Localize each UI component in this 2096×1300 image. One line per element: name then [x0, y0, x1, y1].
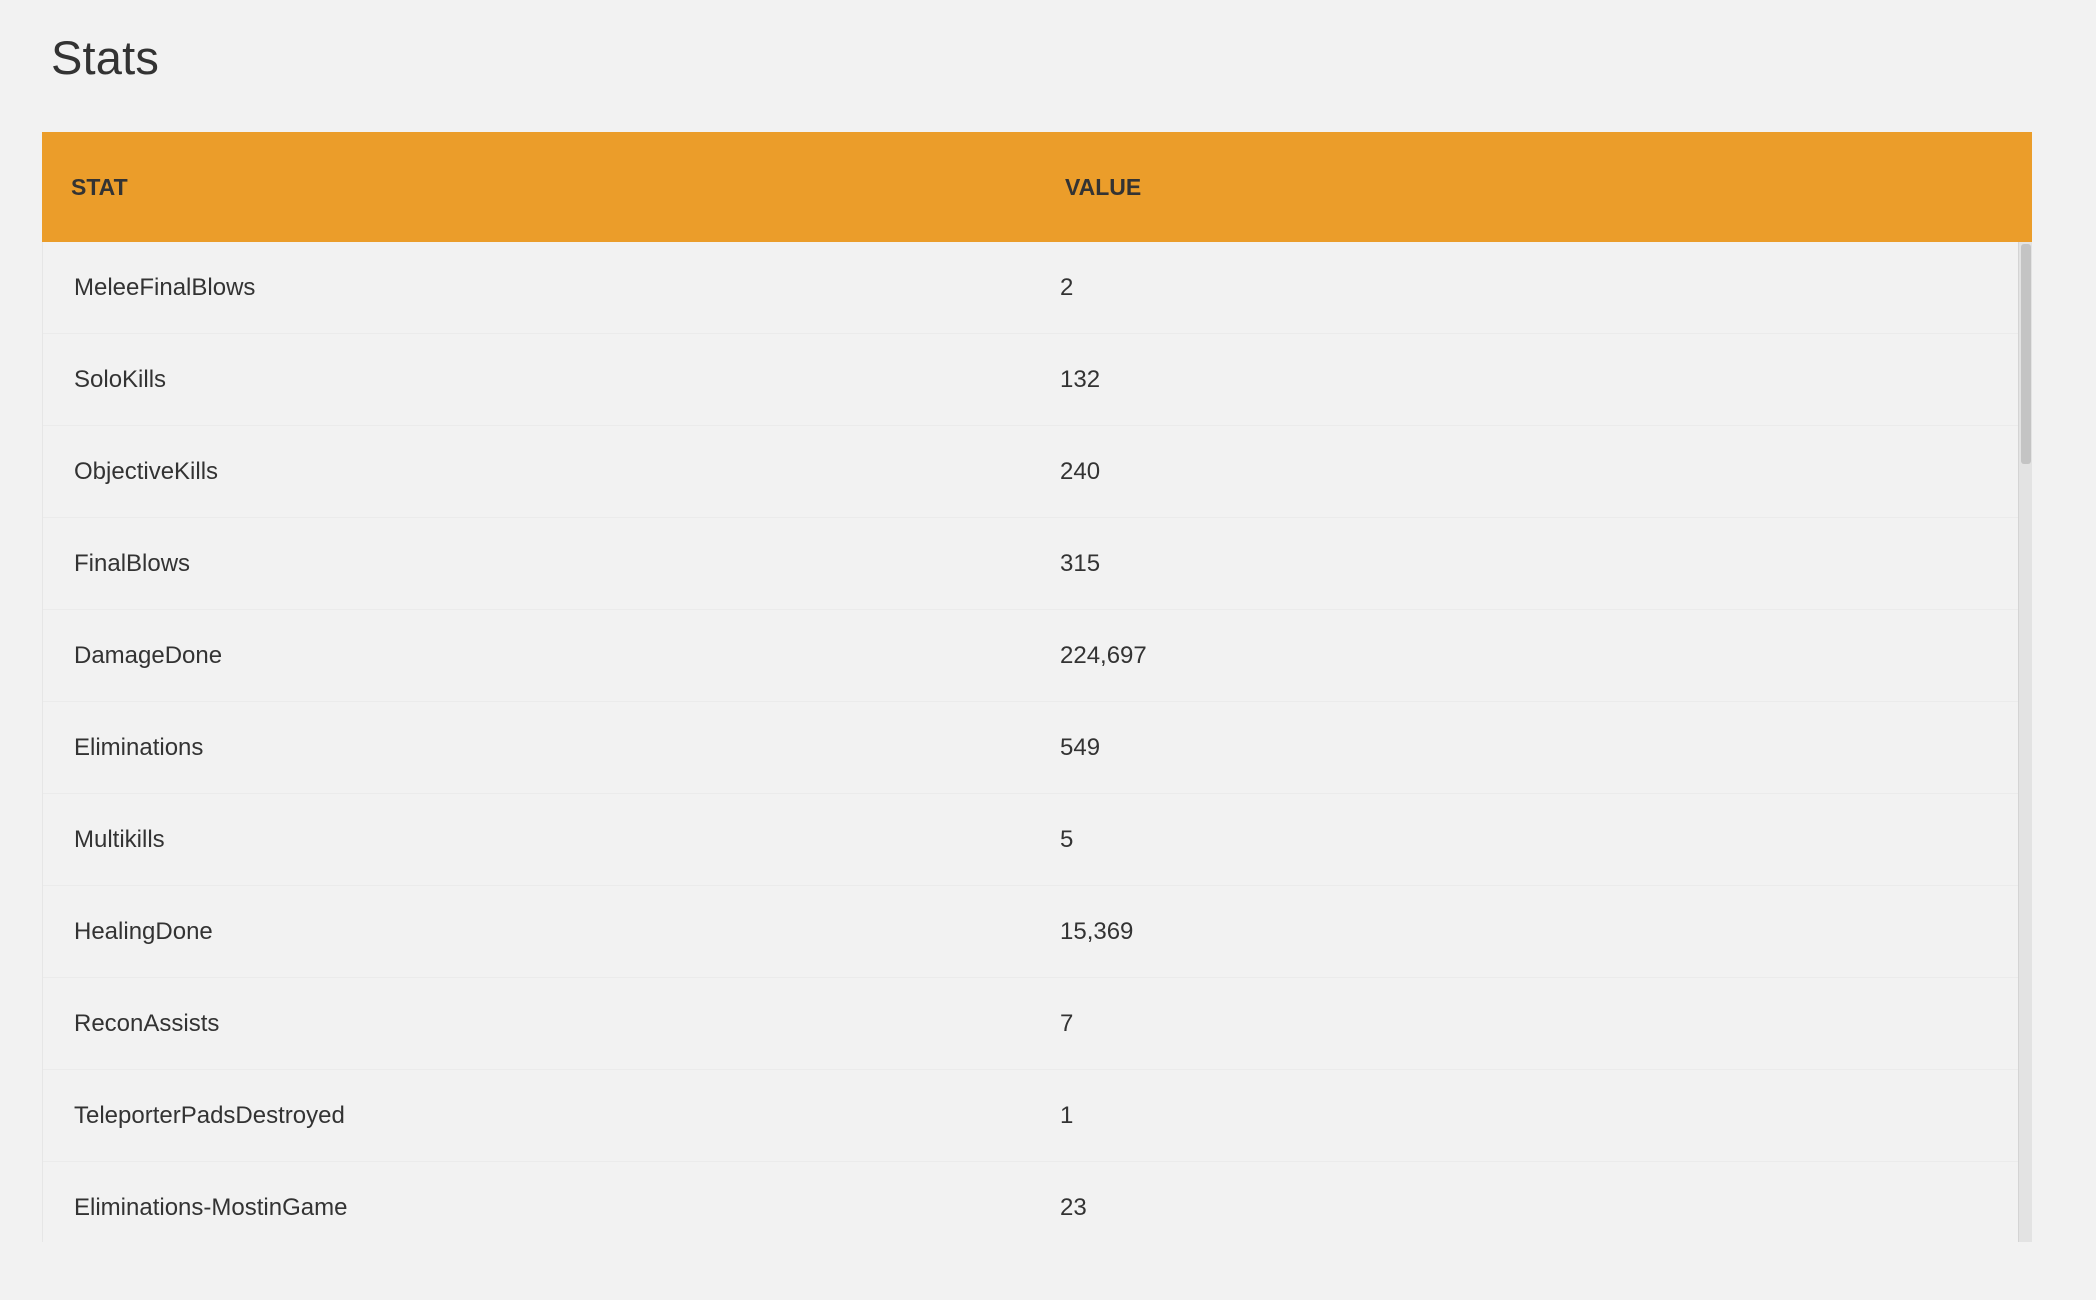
column-header-value[interactable]: VALUE [1065, 132, 1141, 242]
stat-name-cell: Multikills [74, 826, 165, 853]
stat-value-cell: 224,697 [1060, 642, 1147, 669]
column-header-stat[interactable]: STAT [71, 132, 128, 242]
scrollbar-thumb[interactable] [2021, 244, 2031, 464]
stat-value-cell: 7 [1060, 1010, 1074, 1037]
stat-name-cell: ReconAssists [74, 1010, 220, 1037]
table-row[interactable]: Eliminations 549 [43, 702, 2018, 794]
page-title: Stats [51, 31, 160, 84]
table-row[interactable]: HealingDone 15,369 [43, 886, 2018, 978]
stats-table: STAT VALUE MeleeFinalBlows 2 SoloKills 132 O… [42, 132, 2032, 1242]
stat-value-cell: 23 [1060, 1194, 1087, 1221]
table-row[interactable]: MeleeFinalBlows 2 [43, 242, 2018, 334]
stat-value-cell: 240 [1060, 458, 1101, 485]
table-row[interactable]: ObjectiveKills 240 [43, 426, 2018, 518]
stat-name-cell: Eliminations-MostinGame [74, 1194, 348, 1221]
table-row[interactable]: Multikills 5 [43, 794, 2018, 886]
stat-name-cell: TeleporterPadsDestroyed [74, 1102, 345, 1129]
stat-name-cell: FinalBlows [74, 550, 191, 577]
stat-name-cell: MeleeFinalBlows [74, 274, 256, 301]
table-row[interactable]: Eliminations-MostinGame 23 [43, 1162, 2018, 1242]
stat-value-cell: 2 [1060, 274, 1074, 301]
stat-value-cell: 549 [1060, 734, 1101, 761]
stat-value-cell: 132 [1060, 366, 1101, 393]
stat-value-cell: 1 [1060, 1102, 1074, 1129]
stat-name-cell: DamageDone [74, 642, 223, 669]
stat-value-cell: 15,369 [1060, 918, 1134, 945]
stat-name-cell: HealingDone [74, 918, 213, 945]
table-row[interactable]: DamageDone 224,697 [43, 610, 2018, 702]
table-header: STAT VALUE [42, 132, 2032, 242]
table-rows: MeleeFinalBlows 2 SoloKills 132 ObjectiveKil… [43, 242, 2018, 1242]
table-row[interactable]: ReconAssists 7 [43, 978, 2018, 1070]
stat-name-cell: ObjectiveKills [74, 458, 219, 485]
table-row[interactable]: SoloKills 132 [43, 334, 2018, 426]
stat-name-cell: Eliminations [74, 734, 204, 761]
table-body[interactable]: MeleeFinalBlows 2 SoloKills 132 ObjectiveKil… [42, 242, 2032, 1242]
stat-name-cell: SoloKills [74, 366, 167, 393]
table-row[interactable]: TeleporterPadsDestroyed 1 [43, 1070, 2018, 1162]
vertical-scrollbar[interactable] [2018, 242, 2032, 1242]
table-row[interactable]: FinalBlows 315 [43, 518, 2018, 610]
stat-value-cell: 315 [1060, 550, 1101, 577]
stat-value-cell: 5 [1060, 826, 1074, 853]
